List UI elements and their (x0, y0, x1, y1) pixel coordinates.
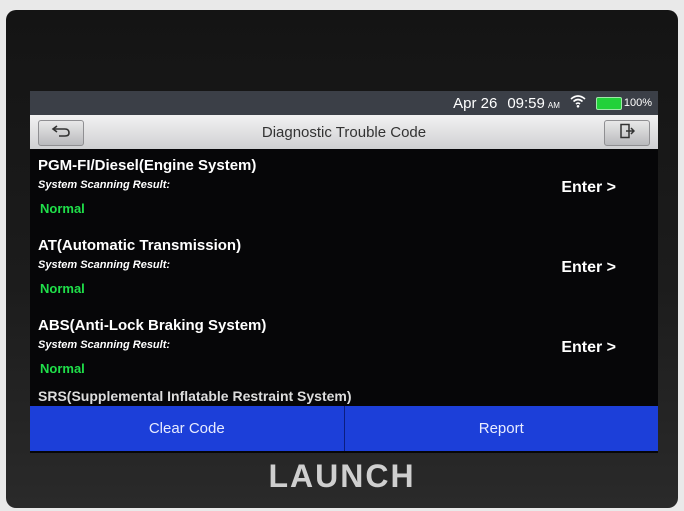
system-result: Normal (40, 201, 85, 216)
page-title: Diagnostic Trouble Code (261, 123, 427, 141)
back-button[interactable] (38, 120, 84, 146)
enter-button-engine[interactable]: Enter > (561, 179, 616, 197)
status-date: Apr 26 (453, 94, 498, 112)
status-ampm: AM (547, 100, 560, 110)
device-frame: Apr 26 09:59 AM 100% Diagnostic Trouble … (6, 10, 678, 508)
system-result: Normal (40, 281, 85, 296)
brand-logo: LAUNCH (268, 458, 416, 494)
status-time-group: 09:59 AM (507, 95, 560, 112)
back-arrow-icon (51, 124, 71, 143)
wifi-icon (570, 95, 586, 111)
clear-code-button[interactable]: Clear Code (30, 406, 344, 451)
status-bar: Apr 26 09:59 AM 100% (30, 91, 658, 115)
system-item-srs-partial[interactable]: SRS(Supplemental Inflatable Restraint Sy… (38, 388, 352, 404)
bottom-action-bar: Clear Code Report (30, 406, 658, 451)
system-name: ABS(Anti-Lock Braking System) (38, 317, 267, 334)
system-name: PGM-FI/Diesel(Engine System) (38, 157, 257, 174)
system-item-abs[interactable]: ABS(Anti-Lock Braking System) System Sca… (30, 309, 658, 389)
system-item-transmission[interactable]: AT(Automatic Transmission) System Scanni… (30, 229, 658, 309)
system-result: Normal (40, 361, 85, 376)
system-subtitle: System Scanning Result: (38, 179, 171, 191)
enter-button-transmission[interactable]: Enter > (561, 259, 616, 277)
battery-percent: 100% (623, 97, 652, 109)
report-button[interactable]: Report (345, 406, 659, 451)
system-list: PGM-FI/Diesel(Engine System) System Scan… (30, 149, 658, 389)
battery-indicator: 100% (595, 96, 652, 110)
enter-button-abs[interactable]: Enter > (561, 339, 616, 357)
exit-icon (619, 123, 636, 144)
system-item-engine[interactable]: PGM-FI/Diesel(Engine System) System Scan… (30, 149, 658, 229)
status-time: 09:59 (507, 94, 545, 112)
system-name: AT(Automatic Transmission) (38, 237, 242, 254)
battery-icon (595, 96, 622, 110)
system-subtitle: System Scanning Result: (38, 339, 171, 351)
screen: Apr 26 09:59 AM 100% Diagnostic Trouble … (30, 91, 658, 453)
system-subtitle: System Scanning Result: (38, 259, 171, 271)
exit-button[interactable] (604, 120, 650, 146)
title-bar: Diagnostic Trouble Code (30, 115, 658, 149)
